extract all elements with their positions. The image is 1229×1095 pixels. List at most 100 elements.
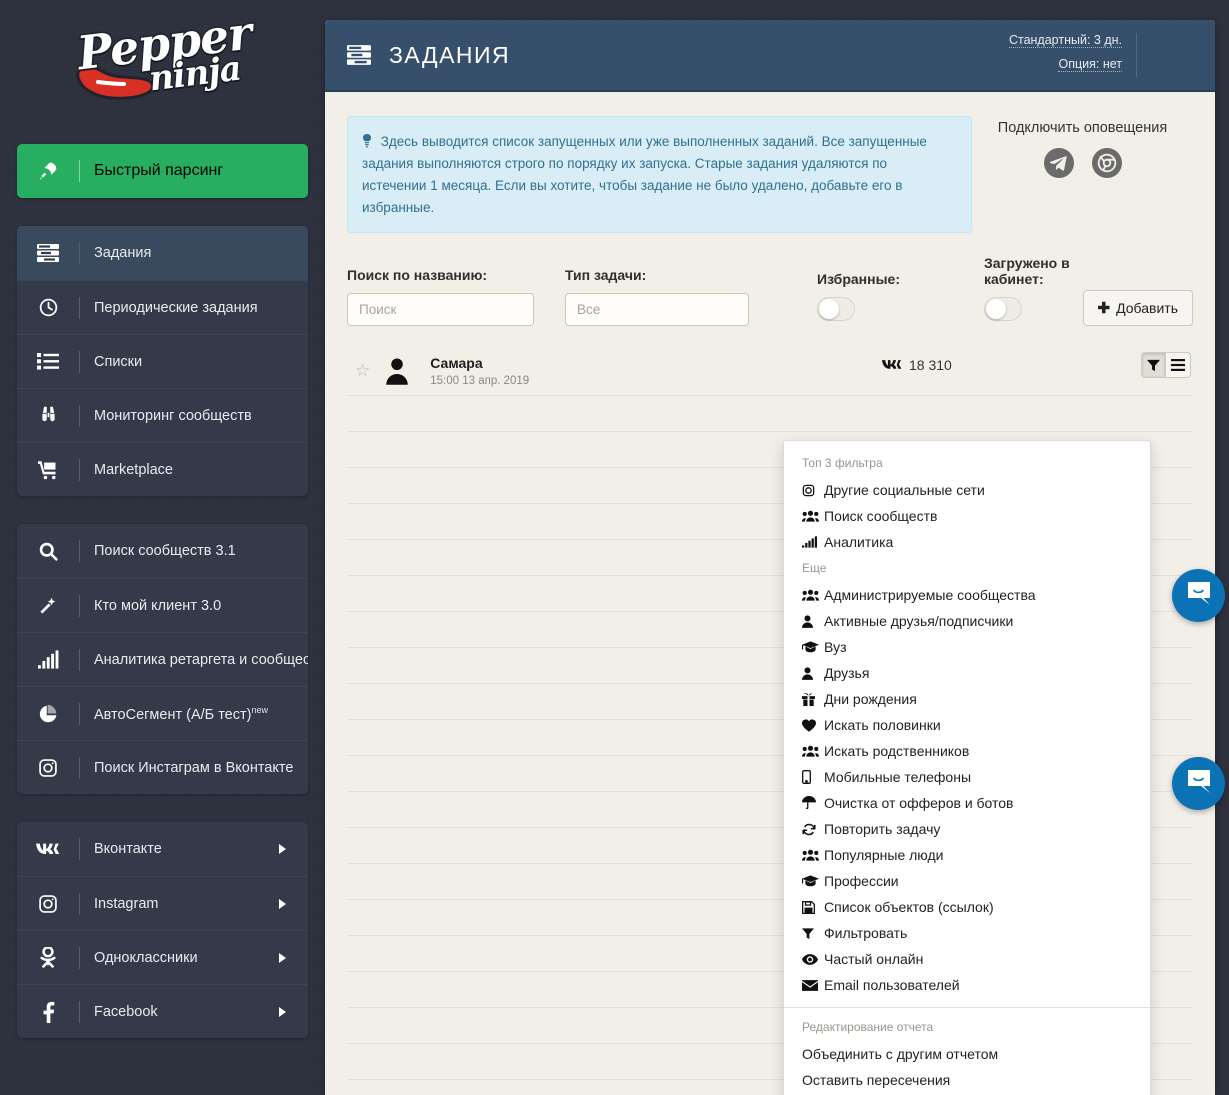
filter-uploaded: Загружено в кабинет: — [983, 255, 1083, 326]
favorite-star-icon[interactable]: ☆ — [355, 361, 370, 381]
chat-bubble-icon — [1186, 768, 1212, 799]
plan-label[interactable]: Стандартный: 3 дн. — [1008, 33, 1122, 48]
sidebar-item-label: Instagram — [94, 895, 159, 912]
dropdown-item-friends[interactable]: Друзья — [784, 660, 1150, 686]
dropdown-item-find-relatives[interactable]: Искать родственников — [784, 738, 1150, 764]
divider — [79, 648, 80, 671]
new-badge: new — [251, 704, 268, 715]
sidebar-item-instagram-search-in-vk[interactable]: Поиск Инстаграм в Вконтакте — [17, 740, 308, 794]
dropdown-item-clean-offers-bots[interactable]: Очистка от офферов и ботов — [784, 790, 1150, 816]
dropdown-item-popular-people[interactable]: Популярные люди — [784, 842, 1150, 868]
sidebar-item-label: Периодические задания — [94, 299, 258, 316]
dropdown-item-professions[interactable]: Профессии — [784, 868, 1150, 894]
sidebar-item-label: Списки — [94, 353, 143, 370]
chevron-right-icon — [279, 898, 286, 909]
sidebar-item-odnoklassniki[interactable]: Одноклассники — [17, 930, 308, 984]
dropdown-item-label: Поиск сообществ — [824, 508, 938, 524]
dropdown-item-user-emails[interactable]: Email пользователей — [784, 972, 1150, 998]
divider — [79, 296, 80, 319]
sidebar-item-quick-parsing[interactable]: Быстрый парсинг — [17, 144, 308, 198]
sidebar-item-instagram[interactable]: Instagram — [17, 876, 308, 930]
brand-logo[interactable]: Pepper ninja — [17, 0, 308, 128]
sidebar-item-label: Поиск сообществ 3.1 — [94, 543, 236, 559]
heart-icon — [802, 718, 822, 732]
sidebar-item-lists[interactable]: Списки — [17, 334, 308, 388]
search-input[interactable] — [347, 293, 534, 327]
odnoklassniki-icon — [17, 947, 79, 968]
dropdown-item-merge-with-report[interactable]: Объединить с другим отчетом — [784, 1041, 1150, 1067]
dropdown-item-label: Искать половинки — [824, 717, 941, 733]
task-date: 15:00 13 апр. 2019 — [430, 374, 530, 387]
task-type-input[interactable] — [565, 293, 749, 327]
magic-wand-icon — [17, 595, 79, 616]
dropdown-item-active-friends[interactable]: Активные друзья/подписчики — [784, 608, 1150, 634]
sidebar-item-who-is-my-client[interactable]: Кто мой клиент 3.0 — [17, 578, 308, 632]
dropdown-item-administered-communities[interactable]: Администрируемые сообщества — [784, 582, 1150, 608]
dropdown-item-find-partners[interactable]: Искать половинки — [784, 712, 1150, 738]
users-icon — [802, 849, 822, 861]
chat-widget-button[interactable] — [1172, 757, 1225, 810]
filters-bar: Поиск по названию: Тип задачи: Избранные… — [347, 255, 1193, 327]
favorites-toggle[interactable] — [817, 297, 855, 322]
dropdown-item-repeat-task[interactable]: Повторить задачу — [784, 816, 1150, 842]
dropdown-item-filter[interactable]: Фильтровать — [784, 920, 1150, 946]
sidebar: Pepper ninja Быстрый парсинг Задания Пер… — [0, 0, 325, 1095]
top-row: Здесь выводится список запущенных или уж… — [347, 116, 1193, 234]
divider — [784, 1007, 1150, 1008]
dropdown-section-header: Топ 3 фильтра — [802, 456, 883, 470]
gift-icon — [802, 692, 822, 706]
dropdown-item-frequent-online[interactable]: Частый онлайн — [784, 946, 1150, 972]
dropdown-item-analytics[interactable]: Аналитика — [784, 529, 1150, 555]
task-count: 18 310 — [882, 357, 952, 373]
sidebar-item-community-search[interactable]: Поиск сообществ 3.1 — [17, 524, 308, 578]
filter-icon[interactable] — [1141, 352, 1166, 379]
divider — [79, 892, 80, 915]
dropdown-item-birthdays[interactable]: Дни рождения — [784, 686, 1150, 712]
dropdown-item-other-social-networks[interactable]: Другие социальные сети — [784, 477, 1150, 503]
add-button[interactable]: ✚ Добавить — [1082, 290, 1193, 327]
divider — [79, 756, 80, 779]
sidebar-item-autosegment[interactable]: АвтоСегмент (А/Б тест)new — [17, 686, 308, 740]
dropdown-item-object-list[interactable]: Список объектов (ссылок) — [784, 894, 1150, 920]
avatar[interactable] — [1151, 31, 1199, 79]
page-title: ЗАДАНИЯ — [389, 41, 511, 68]
page-header: ЗАДАНИЯ Стандартный: 3 дн. Опция: нет — [325, 20, 1215, 92]
chevron-right-icon — [279, 952, 286, 963]
sidebar-item-label: Кто мой клиент 3.0 — [94, 597, 222, 614]
tasks-icon — [347, 45, 371, 65]
sidebar-item-retarget-analytics[interactable]: Аналитика ретаргета и сообществ — [17, 632, 308, 686]
filter-task-type: Тип задачи: — [565, 267, 749, 327]
chevron-right-icon — [279, 1006, 286, 1017]
filter-label: Поиск по названию: — [347, 267, 488, 284]
dropdown-item-community-search[interactable]: Поиск сообществ — [784, 503, 1150, 529]
instagram-icon — [17, 894, 79, 914]
sidebar-item-community-monitoring[interactable]: Мониторинг сообществ — [17, 388, 308, 442]
sidebar-item-tasks[interactable]: Задания — [17, 226, 308, 280]
sidebar-item-marketplace[interactable]: Marketplace — [17, 442, 308, 496]
sidebar-item-label: Мониторинг сообществ — [94, 407, 252, 424]
dropdown-item-university[interactable]: Вуз — [784, 634, 1150, 660]
list-icon — [17, 353, 79, 370]
users-icon — [802, 589, 822, 601]
uploaded-toggle[interactable] — [983, 297, 1022, 322]
binoculars-icon — [17, 405, 79, 426]
dropdown-item-label: Активные друзья/подписчики — [824, 613, 1014, 629]
dropdown-item-keep-intersections[interactable]: Оставить пересечения — [784, 1067, 1150, 1093]
chat-widget-button[interactable] — [1172, 569, 1225, 622]
cart-icon — [17, 460, 79, 480]
divider — [79, 242, 80, 264]
sidebar-item-facebook[interactable]: Facebook — [17, 984, 308, 1038]
dropdown-item-mobile-phones[interactable]: Мобильные телефоны — [784, 764, 1150, 790]
sidebar-item-vkontakte[interactable]: Вконтакте — [17, 822, 308, 876]
option-label[interactable]: Опция: нет — [1058, 57, 1122, 72]
user-icon — [802, 666, 822, 680]
dropdown-item-label: Фильтровать — [824, 925, 908, 941]
table-row[interactable]: ☆ Самара 15:00 13 апр. 2019 18 310 — [347, 346, 1193, 397]
menu-icon[interactable] — [1166, 352, 1191, 379]
chrome-icon[interactable] — [1091, 148, 1122, 178]
dropdown-item-label: Популярные люди — [824, 847, 944, 863]
telegram-icon[interactable] — [1043, 148, 1074, 178]
sidebar-item-periodic-tasks[interactable]: Периодические задания — [17, 280, 308, 334]
bar-chart-icon — [17, 650, 79, 669]
dropdown-item-label: Частый онлайн — [824, 951, 924, 967]
